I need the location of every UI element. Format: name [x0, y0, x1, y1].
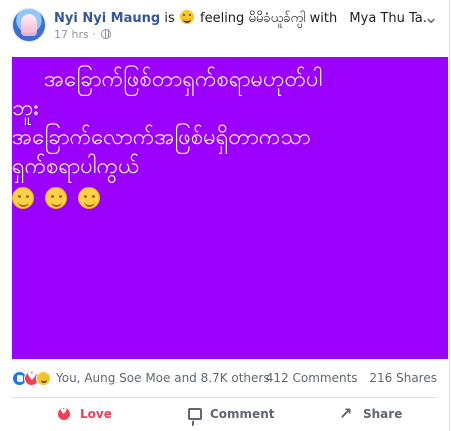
comment-button[interactable]: Comment [188, 404, 274, 424]
post-stats: You, Aung Soe Moe and 8.7K others 412 Co… [12, 369, 437, 389]
public-globe-icon[interactable] [101, 29, 112, 39]
is-text: is [164, 11, 175, 26]
post-options-button[interactable]: ⌄ [419, 7, 443, 28]
tagged-user[interactable]: Mya Thu Ta. [349, 11, 426, 26]
comment-label: Comment [210, 407, 275, 421]
post-text-line-2: ဘူး [12, 96, 39, 121]
post-author-line: Nyi Nyi Maung is feeling မိမိခံယူခ်က္ပါ … [54, 10, 427, 27]
haha-reaction-icon [36, 370, 51, 386]
post-image-text: အခြောက်ဖြစ်တာရှက်စရာမဟုတ်ပါ ဘူး အခြောက်လ… [12, 65, 442, 212]
feeling-label: feeling [200, 11, 245, 26]
smiling-face-icon [12, 187, 34, 209]
author-name[interactable]: Nyi Nyi Maung [54, 11, 160, 26]
post-action-bar: Love Comment Share [12, 397, 437, 428]
avatar-image [21, 14, 37, 36]
comment-count[interactable]: 412 Comments [266, 371, 358, 385]
avatar[interactable] [12, 8, 46, 42]
chevron-down-icon: ⌄ [423, 7, 439, 28]
comment-icon [188, 408, 202, 420]
post-text-line-3: အခြောက်လောက်အဖြစ်မရှိတာကသာ [12, 125, 311, 150]
feeling-value: မိမိခံယူခ်က္ပါ [248, 11, 306, 26]
love-button[interactable]: Love [56, 404, 112, 424]
feeling-smile-icon [179, 10, 194, 24]
privacy-separator: · [92, 28, 96, 41]
timestamp[interactable]: 17 hrs [54, 28, 89, 41]
share-label: Share [363, 407, 403, 421]
smiling-face-icon [78, 187, 100, 209]
facebook-post-card: Nyi Nyi Maung is feeling မိမိခံယူခ်က္ပါ … [0, 0, 451, 431]
share-count[interactable]: 216 Shares [369, 371, 437, 385]
reaction-people-text[interactable]: You, Aung Soe Moe and 8.7K others [56, 371, 270, 385]
share-button[interactable]: Share [339, 404, 402, 424]
post-text-line-1: အခြောက်ဖြစ်တာရှက်စရာမဟုတ်ပါ [44, 67, 323, 92]
love-label: Love [80, 407, 112, 421]
heart-icon [56, 406, 72, 422]
post-text-line-4: ရှက်စရာပါကွယ် [12, 154, 140, 179]
share-icon [339, 404, 355, 423]
colored-post-background: အခြောက်ဖြစ်တာရှက်စရာမဟုတ်ပါ ဘူး အခြောက်လ… [12, 57, 448, 359]
engagement-counts: 412 Comments 216 Shares [258, 371, 437, 385]
post-meta: 17 hrs · [54, 28, 112, 41]
reaction-summary[interactable]: You, Aung Soe Moe and 8.7K others [12, 369, 270, 387]
post-header: Nyi Nyi Maung is feeling မိမိခံယူခ်က္ပါ … [12, 8, 443, 44]
smiling-face-icon [45, 187, 67, 209]
emoji-row [12, 183, 442, 212]
with-text: with [309, 11, 338, 26]
